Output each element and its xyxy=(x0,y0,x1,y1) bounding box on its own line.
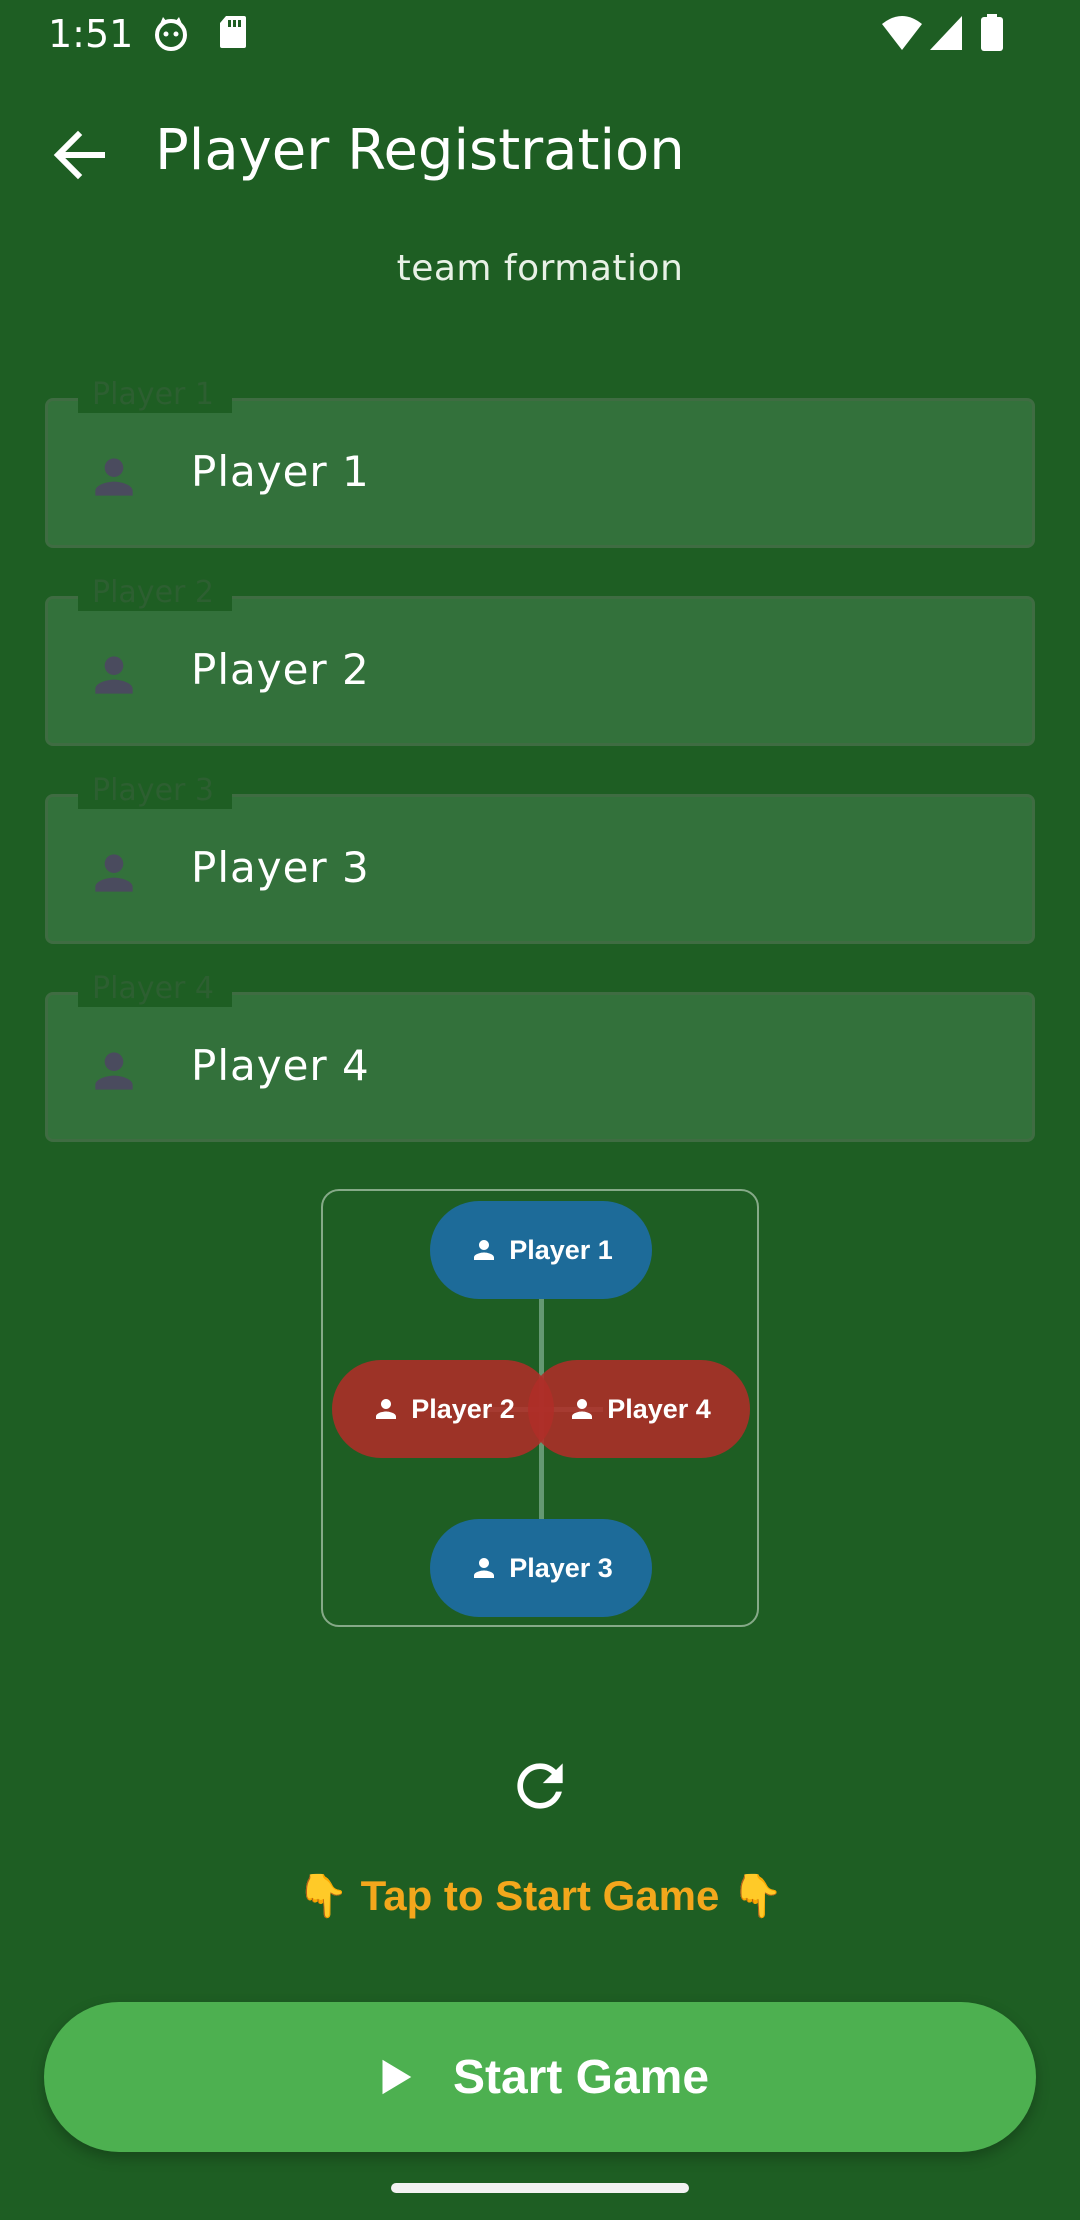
page-title: Player Registration xyxy=(155,118,685,183)
formation-chip-bottom: Player 3 xyxy=(430,1519,652,1617)
player-2-field[interactable]: Player 2 Player 2 xyxy=(45,575,1035,746)
cell-signal-icon xyxy=(928,14,964,56)
team-formation-diagram: Player 1 Player 2 Player 4 Player 3 xyxy=(321,1189,759,1627)
refresh-icon xyxy=(517,1763,563,1809)
formation-chip-top: Player 1 xyxy=(430,1201,652,1299)
person-icon xyxy=(95,656,133,694)
player-3-field[interactable]: Player 3 Player 3 xyxy=(45,773,1035,944)
formation-chip-left: Player 2 xyxy=(332,1360,554,1458)
formation-chip-right-label: Player 4 xyxy=(607,1393,711,1424)
player-4-field-value: Player 4 xyxy=(191,1041,370,1090)
arrow-back-icon xyxy=(53,130,105,180)
formation-chip-left-label: Player 2 xyxy=(411,1393,515,1424)
player-1-field-value: Player 1 xyxy=(191,447,370,496)
tap-to-start-hint: 👇 Tap to Start Game 👇 xyxy=(296,1872,784,1919)
person-icon xyxy=(95,1052,133,1090)
start-game-button[interactable]: Start Game xyxy=(44,2002,1036,2152)
page-subtitle: team formation xyxy=(396,248,684,289)
app-bar: Player Registration xyxy=(0,90,1080,220)
back-button[interactable] xyxy=(44,120,114,190)
player-3-field-label: Player 3 xyxy=(78,773,232,809)
start-game-label: Start Game xyxy=(452,2050,710,2104)
person-icon xyxy=(95,458,133,496)
person-icon xyxy=(474,1240,495,1260)
status-time: 1:51 xyxy=(48,12,134,56)
player-1-field-label: Player 1 xyxy=(78,377,232,413)
wifi-icon xyxy=(880,14,924,56)
formation-chip-top-label: Player 1 xyxy=(509,1234,613,1265)
sd-card-icon xyxy=(218,14,248,54)
cat-notification-icon xyxy=(152,14,190,56)
status-bar: 1:51 xyxy=(0,0,1080,66)
player-2-field-label: Player 2 xyxy=(78,575,232,611)
formation-chip-right: Player 4 xyxy=(528,1360,750,1458)
home-indicator[interactable] xyxy=(391,2183,689,2193)
player-3-field-value: Player 3 xyxy=(191,843,370,892)
player-2-field-value: Player 2 xyxy=(191,645,370,694)
person-icon xyxy=(474,1558,495,1578)
formation-chip-bottom-label: Player 3 xyxy=(509,1552,613,1583)
player-4-field[interactable]: Player 4 Player 4 xyxy=(45,971,1035,1142)
shuffle-teams-button[interactable] xyxy=(506,1752,574,1820)
player-1-field[interactable]: Player 1 Player 1 xyxy=(45,377,1035,548)
play-icon xyxy=(382,2059,412,2095)
person-icon xyxy=(95,854,133,892)
player-4-field-label: Player 4 xyxy=(78,971,232,1007)
person-icon xyxy=(376,1399,397,1419)
person-icon xyxy=(572,1399,593,1419)
battery-icon xyxy=(980,14,1004,56)
